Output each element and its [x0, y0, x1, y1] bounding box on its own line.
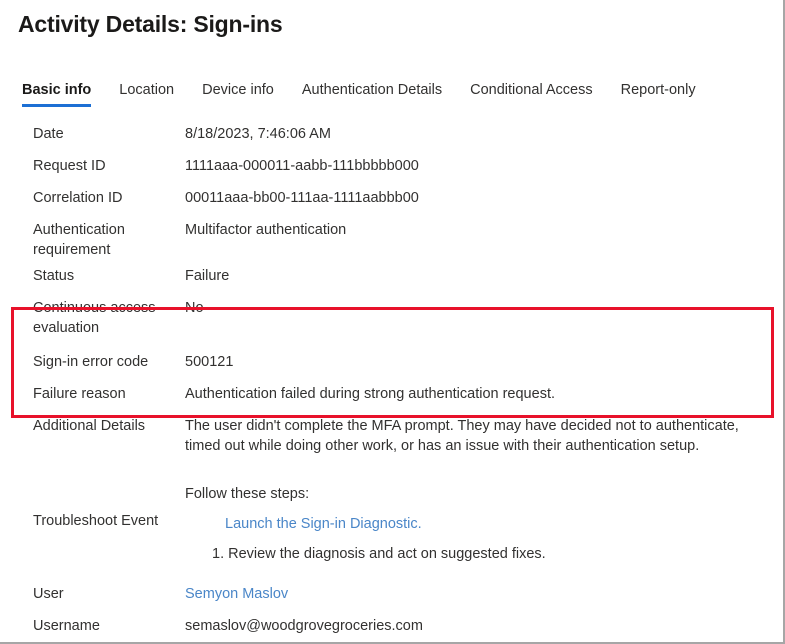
detail-row-correlation-id: Correlation ID 00011aaa-bb00-111aa-1111a…	[0, 182, 785, 214]
detail-value: Failure	[185, 260, 785, 286]
detail-row-date: Date 8/18/2023, 7:46:06 AM	[0, 118, 785, 150]
tab-bar: Basic info Location Device info Authenti…	[22, 82, 696, 107]
detail-label: Correlation ID	[0, 182, 185, 208]
tab-label: Device info	[202, 82, 274, 98]
tab-conditional-access[interactable]: Conditional Access	[470, 82, 593, 107]
troubleshoot-link-line: Launch the Sign-in Diagnostic.	[185, 514, 771, 534]
tab-report-only[interactable]: Report-only	[621, 82, 696, 107]
troubleshoot-step-1: 1. Review the diagnosis and act on sugge…	[185, 544, 771, 564]
detail-row-status: Status Failure	[0, 260, 785, 292]
detail-row-continuous-access-evaluation: Continuous access evaluation No	[0, 292, 785, 338]
detail-row-authentication-requirement: Authentication requirement Multifactor a…	[0, 214, 785, 260]
detail-label: Username	[0, 610, 185, 636]
detail-label: Status	[0, 260, 185, 286]
tab-basic-info[interactable]: Basic info	[22, 82, 91, 107]
tab-label: Report-only	[621, 82, 696, 98]
user-link[interactable]: Semyon Maslov	[185, 586, 288, 602]
detail-label: Request ID	[0, 150, 185, 176]
detail-value: 1111aaa-000011-aabb-111bbbbb000	[185, 150, 785, 176]
tab-label: Basic info	[22, 82, 91, 98]
detail-value: 8/18/2023, 7:46:06 AM	[185, 118, 785, 144]
detail-value: Semyon Maslov	[185, 578, 785, 604]
detail-value: Follow these steps: Launch the Sign-in D…	[185, 478, 785, 564]
detail-label: User	[0, 578, 185, 604]
tab-label: Location	[119, 82, 174, 98]
details-list: Date 8/18/2023, 7:46:06 AM Request ID 11…	[0, 118, 785, 644]
detail-value: 500121	[185, 346, 785, 372]
detail-label: Failure reason	[0, 378, 185, 404]
detail-label: Date	[0, 118, 185, 144]
detail-row-signin-error-code: Sign-in error code 500121	[0, 346, 785, 378]
tab-authentication-details[interactable]: Authentication Details	[302, 82, 442, 107]
detail-value: Authentication failed during strong auth…	[185, 378, 785, 404]
tab-location[interactable]: Location	[119, 82, 174, 107]
page-title: Activity Details: Sign-ins	[18, 11, 282, 38]
detail-label: Continuous access evaluation	[0, 292, 185, 338]
launch-signin-diagnostic-link[interactable]: Launch the Sign-in Diagnostic.	[225, 516, 422, 532]
tab-device-info[interactable]: Device info	[202, 82, 274, 107]
detail-label: Troubleshoot Event	[0, 478, 185, 564]
detail-value: 00011aaa-bb00-111aa-1111aabbb00	[185, 182, 785, 208]
detail-row-user: User Semyon Maslov	[0, 578, 785, 610]
detail-value: The user didn't complete the MFA prompt.…	[185, 410, 785, 456]
tab-label: Authentication Details	[302, 82, 442, 98]
detail-label: Authentication requirement	[0, 214, 185, 260]
detail-row-request-id: Request ID 1111aaa-000011-aabb-111bbbbb0…	[0, 150, 785, 182]
detail-label: Sign-in error code	[0, 346, 185, 372]
activity-details-panel: Activity Details: Sign-ins Basic info Lo…	[0, 0, 785, 644]
troubleshoot-intro: Follow these steps:	[185, 484, 771, 504]
detail-label: Additional Details	[0, 410, 185, 436]
detail-value: Multifactor authentication	[185, 214, 785, 240]
detail-value: No	[185, 292, 785, 318]
detail-value: semaslov@woodgrovegroceries.com	[185, 610, 785, 636]
detail-row-additional-details: Additional Details The user didn't compl…	[0, 410, 785, 456]
detail-row-username: Username semaslov@woodgrovegroceries.com	[0, 610, 785, 642]
detail-row-failure-reason: Failure reason Authentication failed dur…	[0, 378, 785, 410]
detail-row-troubleshoot-event: Troubleshoot Event Follow these steps: L…	[0, 478, 785, 564]
tab-label: Conditional Access	[470, 82, 593, 98]
